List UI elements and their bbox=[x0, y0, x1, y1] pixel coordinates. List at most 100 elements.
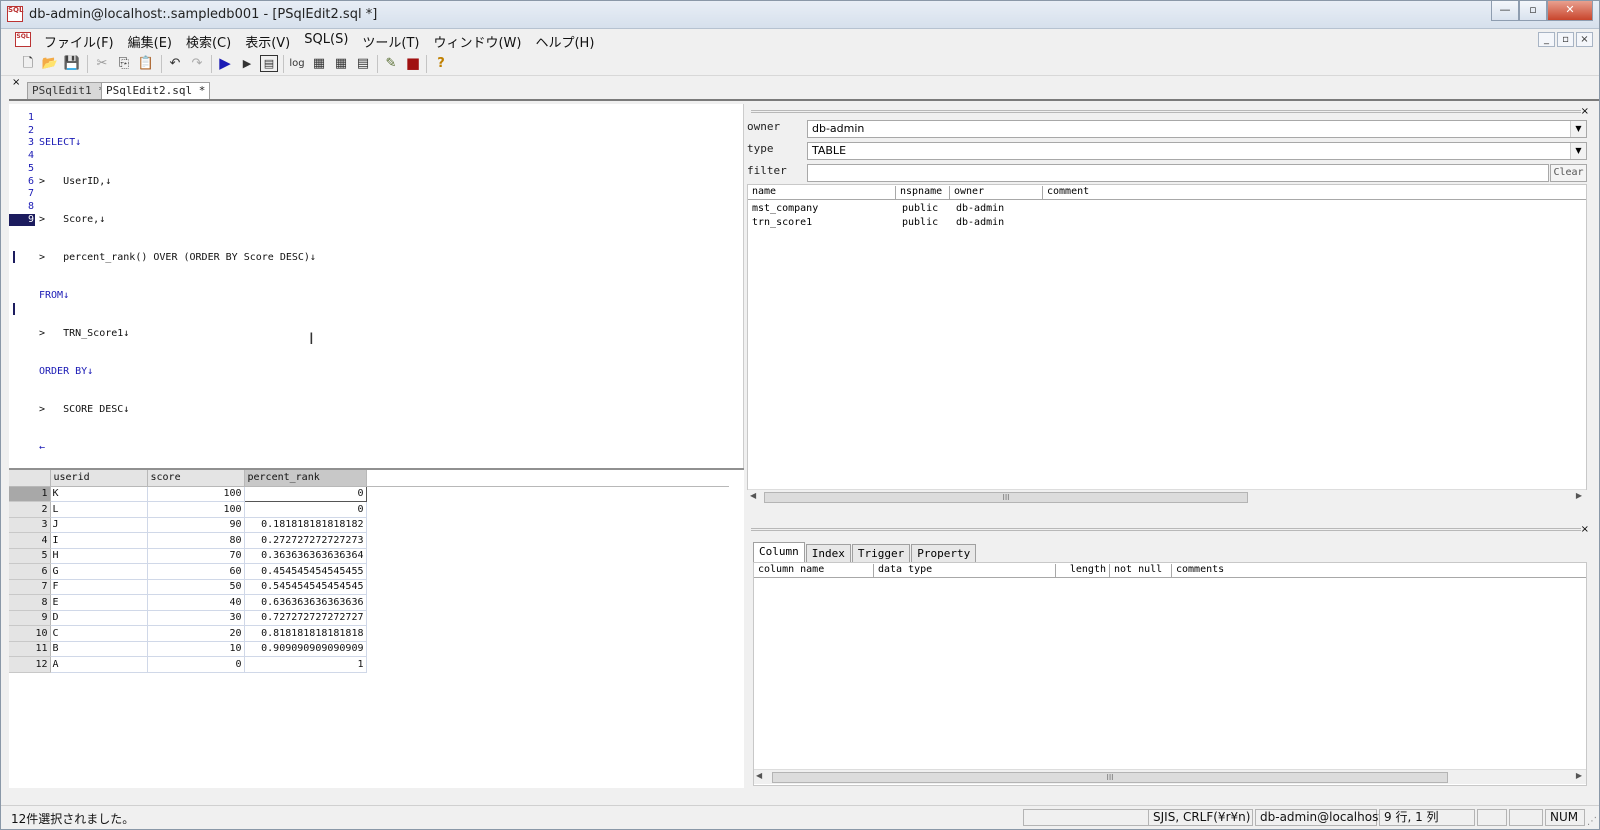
table-row[interactable]: 3 J 90 0.181818181818182 bbox=[9, 517, 729, 533]
cell-score[interactable]: 70 bbox=[147, 548, 245, 564]
column-header-column-name[interactable]: column name bbox=[754, 564, 874, 578]
cell-percent-rank[interactable]: 0.272727272727273 bbox=[244, 532, 367, 549]
maximize-button[interactable]: ▫ bbox=[1519, 1, 1547, 21]
column-header-not-null[interactable]: not null bbox=[1110, 564, 1172, 578]
table-row[interactable]: 5 H 70 0.363636363636364 bbox=[9, 548, 729, 564]
cell-score[interactable]: 30 bbox=[147, 610, 245, 626]
scroll-left-icon[interactable]: ◀ bbox=[756, 771, 762, 780]
cell-userid[interactable]: F bbox=[50, 579, 148, 595]
resize-grip-icon[interactable]: ⋰ bbox=[1587, 816, 1597, 827]
cell-score[interactable]: 90 bbox=[147, 517, 245, 533]
explain-icon[interactable]: ▤ bbox=[260, 55, 278, 72]
new-file-icon[interactable]: 🗋 bbox=[19, 55, 37, 72]
cell-score[interactable]: 20 bbox=[147, 625, 245, 642]
grid-corner[interactable] bbox=[9, 470, 51, 487]
menu-window[interactable]: ウィンドウ(W) bbox=[426, 32, 528, 51]
column-header-name[interactable]: name bbox=[748, 186, 896, 200]
row-number[interactable]: 10 bbox=[9, 625, 51, 642]
help-icon[interactable]: ? bbox=[432, 55, 450, 72]
table-row[interactable]: 4 I 80 0.272727272727273 bbox=[9, 532, 729, 549]
tab-psqledit2[interactable]: PSqlEdit2.sql * bbox=[101, 82, 211, 99]
menu-search[interactable]: 検索(C) bbox=[179, 32, 238, 51]
run-icon[interactable]: ▶ bbox=[216, 55, 234, 72]
cell-userid[interactable]: G bbox=[50, 563, 148, 580]
row-number[interactable]: 7 bbox=[9, 579, 51, 595]
cell-score[interactable]: 40 bbox=[147, 594, 245, 611]
minimize-button[interactable]: — bbox=[1491, 1, 1519, 21]
cell-score[interactable]: 50 bbox=[147, 579, 245, 595]
cell-userid[interactable]: B bbox=[50, 641, 148, 657]
cut-icon[interactable]: ✂ bbox=[93, 55, 111, 72]
save-icon[interactable]: 💾 bbox=[63, 55, 81, 72]
run-step-icon[interactable]: ▶ bbox=[238, 55, 256, 72]
row-number[interactable]: 12 bbox=[9, 656, 51, 673]
stop-icon[interactable]: ■ bbox=[404, 55, 422, 72]
menu-tools[interactable]: ツール(T) bbox=[355, 32, 426, 51]
table-row[interactable]: 10 C 20 0.818181818181818 bbox=[9, 625, 729, 642]
cell-score[interactable]: 60 bbox=[147, 563, 245, 580]
panel-grip[interactable] bbox=[751, 528, 1581, 531]
column-header-comment[interactable]: comment bbox=[1043, 186, 1163, 200]
row-number[interactable]: 8 bbox=[9, 594, 51, 611]
mdi-minimize-button[interactable]: _ bbox=[1538, 32, 1555, 47]
cell-score[interactable]: 100 bbox=[147, 486, 245, 502]
table-row[interactable]: 9 D 30 0.727272727272727 bbox=[9, 610, 729, 626]
log-icon[interactable]: log bbox=[288, 55, 306, 72]
form-icon[interactable]: ▤ bbox=[354, 55, 372, 72]
scroll-right-icon[interactable]: ▶ bbox=[1576, 491, 1582, 500]
table-row[interactable]: 6 G 60 0.454545454545455 bbox=[9, 563, 729, 580]
scroll-left-icon[interactable]: ◀ bbox=[750, 491, 756, 500]
chevron-down-icon[interactable]: ▼ bbox=[1570, 143, 1586, 159]
chevron-down-icon[interactable]: ▼ bbox=[1570, 121, 1586, 137]
row-number[interactable]: 3 bbox=[9, 517, 51, 533]
row-number[interactable]: 2 bbox=[9, 501, 51, 518]
cell-percent-rank[interactable]: 0 bbox=[244, 501, 367, 518]
cell-userid[interactable]: H bbox=[50, 548, 148, 564]
tab-property[interactable]: Property bbox=[911, 544, 977, 562]
scrollbar-thumb[interactable]: III bbox=[772, 772, 1448, 783]
open-folder-icon[interactable]: 📂 bbox=[41, 55, 59, 72]
table-row[interactable]: 7 F 50 0.545454545454545 bbox=[9, 579, 729, 595]
panel-close-icon[interactable]: × bbox=[1581, 106, 1589, 117]
pencil-icon[interactable]: ✎ bbox=[382, 55, 400, 72]
column-header-score[interactable]: score bbox=[147, 470, 245, 487]
paste-icon[interactable]: 📋 bbox=[137, 55, 155, 72]
table-row[interactable]: 8 E 40 0.636363636363636 bbox=[9, 594, 729, 611]
table-row[interactable]: 1 K 100 0 bbox=[9, 485, 729, 502]
mdi-restore-button[interactable]: ▫ bbox=[1557, 32, 1574, 47]
list-item[interactable]: trn_score1 public db-admin bbox=[748, 217, 1586, 230]
tab-index[interactable]: Index bbox=[805, 544, 851, 562]
cell-userid[interactable]: E bbox=[50, 594, 148, 611]
column-header-length[interactable]: length bbox=[1056, 564, 1110, 578]
cell-userid[interactable]: L bbox=[50, 501, 148, 518]
row-number[interactable]: 11 bbox=[9, 641, 51, 657]
cell-score[interactable]: 80 bbox=[147, 532, 245, 549]
horizontal-scrollbar[interactable]: ◀ III ▶ bbox=[754, 769, 1586, 784]
cell-percent-rank[interactable]: 0.727272727272727 bbox=[244, 610, 367, 626]
sql-editor[interactable]: 1 2 3 4 5 6 7 8 9 SELECT↓ > UserID,↓ > S… bbox=[9, 104, 744, 468]
cell-score[interactable]: 0 bbox=[147, 656, 245, 673]
cell-userid[interactable]: I bbox=[50, 532, 148, 549]
close-button[interactable]: ✕ bbox=[1547, 1, 1593, 21]
tab-close-icon[interactable]: × bbox=[12, 77, 20, 88]
scroll-right-icon[interactable]: ▶ bbox=[1576, 771, 1582, 780]
cell-percent-rank[interactable]: 0.363636363636364 bbox=[244, 548, 367, 564]
panel-close-icon[interactable]: × bbox=[1581, 524, 1589, 535]
cell-userid[interactable]: D bbox=[50, 610, 148, 626]
tab-trigger[interactable]: Trigger bbox=[851, 544, 911, 562]
column-header-data-type[interactable]: data type bbox=[874, 564, 1056, 578]
panel-grip[interactable] bbox=[751, 110, 1581, 113]
redo-icon[interactable]: ↷ bbox=[188, 55, 206, 72]
owner-select[interactable]: db-admin ▼ bbox=[807, 120, 1587, 138]
mdi-close-button[interactable]: × bbox=[1576, 32, 1593, 47]
object-list[interactable]: name nspname owner comment mst_company p… bbox=[747, 184, 1587, 504]
horizontal-scrollbar[interactable]: ◀ III ▶ bbox=[748, 489, 1586, 504]
type-select[interactable]: TABLE ▼ bbox=[807, 142, 1587, 160]
cell-percent-rank[interactable]: 0.909090909090909 bbox=[244, 641, 367, 657]
column-header-percent-rank[interactable]: percent_rank bbox=[244, 470, 367, 487]
table-row[interactable]: 12 A 0 1 bbox=[9, 656, 729, 673]
column-header-owner[interactable]: owner bbox=[950, 186, 1043, 200]
document-icon[interactable]: SQL bbox=[15, 32, 31, 47]
undo-icon[interactable]: ↶ bbox=[166, 55, 184, 72]
cell-percent-rank[interactable]: 0.818181818181818 bbox=[244, 625, 367, 642]
